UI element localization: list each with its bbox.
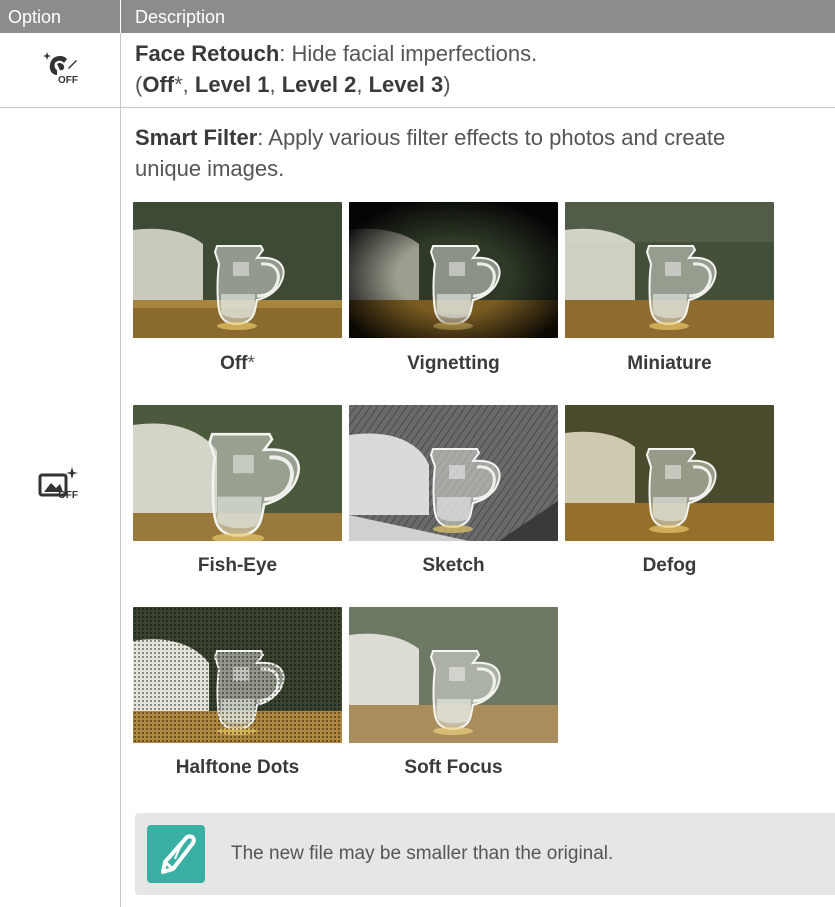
filter-caption-soft-focus: Soft Focus [404, 757, 503, 778]
note-box: The new file may be smaller than the ori… [135, 813, 835, 895]
level-3: Level 3 [368, 72, 444, 97]
face-retouch-off-icon: OFF [42, 50, 78, 89]
filter-thumb-fish-eye [133, 405, 342, 541]
level-off: Off [142, 72, 175, 97]
separator: , [269, 72, 282, 97]
filter-caption-miniature: Miniature [627, 353, 712, 374]
svg-text:OFF: OFF [58, 75, 78, 84]
separator: , [182, 72, 195, 97]
filter-caption-off: Off* [133, 353, 342, 375]
default-asterisk: * [174, 72, 183, 97]
header-divider [120, 0, 121, 33]
level-1: Level 1 [194, 72, 270, 97]
smart-filter-desc: : Apply various filter effects to photos… [257, 125, 726, 150]
separator: , [356, 72, 369, 97]
face-retouch-desc: : Hide facial imperfections. [279, 41, 538, 66]
filter-thumb-defog [565, 405, 774, 541]
filter-caption-halftone-dots: Halftone Dots [175, 757, 300, 778]
filter-thumb-vignetting [349, 202, 558, 338]
smart-filter-off-icon: OFF [38, 467, 80, 504]
paren-close: ) [443, 72, 451, 97]
default-asterisk: * [247, 353, 255, 374]
level-2: Level 2 [281, 72, 357, 97]
filter-name: Off [220, 353, 248, 374]
description-column-header: Description [135, 7, 226, 27]
smart-filter-description-line2: unique images. [135, 156, 285, 181]
filter-thumb-halftone-dots [133, 607, 342, 743]
filter-caption-sketch: Sketch [422, 555, 485, 576]
row-divider [0, 107, 835, 108]
smart-filter-description-line1: Smart Filter: Apply various filter effec… [135, 122, 725, 153]
note-text: The new file may be smaller than the ori… [231, 843, 614, 864]
face-retouch-levels: (Off*, Level 1, Level 2, Level 3) [135, 69, 451, 100]
filter-thumb-off [133, 202, 342, 338]
filter-caption-vignetting: Vignetting [407, 353, 500, 374]
svg-text:OFF: OFF [58, 490, 78, 499]
filter-thumb-miniature [565, 202, 774, 338]
pencil-note-icon [147, 825, 205, 883]
filter-thumb-soft-focus [349, 607, 558, 743]
option-column-header: Option [8, 7, 62, 27]
filter-caption-fish-eye: Fish-Eye [197, 555, 278, 576]
face-retouch-title: Face Retouch [135, 41, 280, 66]
smart-filter-title: Smart Filter [135, 125, 258, 150]
face-retouch-description: Face Retouch: Hide facial imperfections. [135, 38, 537, 69]
column-divider [120, 33, 121, 907]
filter-caption-defog: Defog [642, 555, 697, 576]
table-header: Option Description [0, 0, 835, 33]
filter-thumb-sketch [349, 405, 558, 541]
